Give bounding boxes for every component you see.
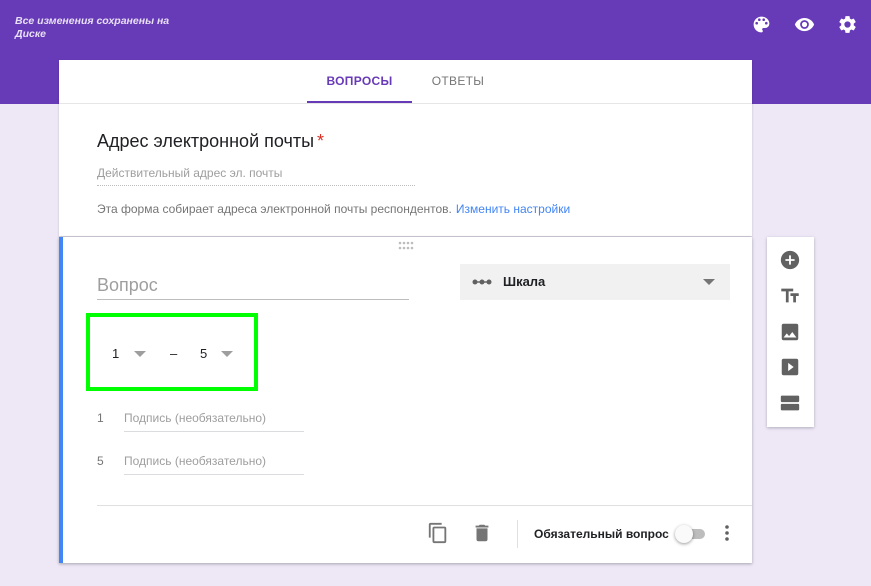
scale-label-max-input[interactable]: Подпись (необязательно) (124, 454, 304, 475)
side-toolbar (767, 237, 814, 427)
email-collection-note: Эта форма собирает адреса электронной по… (97, 202, 570, 216)
email-note-text: Эта форма собирает адреса электронной по… (97, 202, 452, 216)
required-asterisk: * (317, 131, 325, 151)
add-section-button[interactable] (779, 392, 801, 414)
scale-range-selector: 1 – 5 (86, 313, 258, 391)
palette-icon[interactable] (750, 13, 773, 36)
chevron-down-icon[interactable] (134, 351, 146, 357)
footer-separator (517, 520, 518, 548)
scale-label-min-input[interactable]: Подпись (необязательно) (124, 411, 304, 432)
tabs-divider (59, 103, 752, 104)
add-image-button[interactable] (779, 321, 801, 343)
copy-icon (428, 522, 447, 544)
active-card-indicator (59, 237, 63, 563)
question-title-input[interactable]: Вопрос (97, 275, 409, 300)
add-video-button[interactable] (779, 356, 801, 378)
tab-answers[interactable]: ОТВЕТЫ (419, 60, 497, 103)
question-type-dropdown[interactable]: Шкала (460, 264, 730, 300)
range-dash: – (170, 346, 178, 361)
email-field: Действительный адрес эл. почты (97, 166, 415, 186)
add-image-icon (781, 323, 799, 341)
email-title-text: Адрес электронной почты (97, 131, 315, 151)
header-actions (750, 13, 859, 36)
scale-label-number: 1 (97, 411, 104, 425)
settings-gear-icon[interactable] (836, 13, 859, 36)
linear-scale-icon (472, 279, 492, 285)
footer-divider (97, 505, 752, 506)
email-question-title: Адрес электронной почты * (97, 131, 324, 152)
add-title-icon (781, 288, 799, 303)
add-video-icon (781, 358, 799, 376)
scale-to-select[interactable]: 5 (200, 346, 207, 361)
chevron-down-icon (703, 279, 715, 285)
add-question-icon (780, 250, 800, 270)
change-settings-link[interactable]: Изменить настройки (456, 202, 570, 216)
question-type-label: Шкала (503, 274, 546, 289)
scale-from-select[interactable]: 1 (112, 346, 119, 361)
add-section-icon (780, 395, 800, 411)
form-header-card: ВОПРОСЫ ОТВЕТЫ Адрес электронной почты * … (59, 60, 752, 236)
more-vert-icon[interactable] (720, 523, 734, 543)
drag-handle-icon[interactable] (398, 241, 414, 251)
form-tabs: ВОПРОСЫ ОТВЕТЫ (59, 60, 752, 104)
chevron-down-icon[interactable] (221, 351, 233, 357)
trash-icon (475, 524, 489, 542)
add-title-button[interactable] (779, 285, 801, 307)
tab-questions[interactable]: ВОПРОСЫ (307, 60, 412, 103)
preview-eye-icon[interactable] (793, 13, 816, 36)
toggle-knob (675, 525, 693, 543)
scale-label-number: 5 (97, 454, 104, 468)
required-toggle[interactable] (675, 525, 707, 543)
add-question-button[interactable] (779, 249, 801, 271)
delete-button[interactable] (471, 522, 493, 544)
save-status-text: Все изменения сохранены на Диске (15, 15, 170, 40)
question-card[interactable]: Вопрос Шкала 1 – 5 1 Подпись (необязател… (59, 237, 752, 563)
required-label: Обязательный вопрос (534, 527, 669, 541)
duplicate-button[interactable] (427, 522, 449, 544)
